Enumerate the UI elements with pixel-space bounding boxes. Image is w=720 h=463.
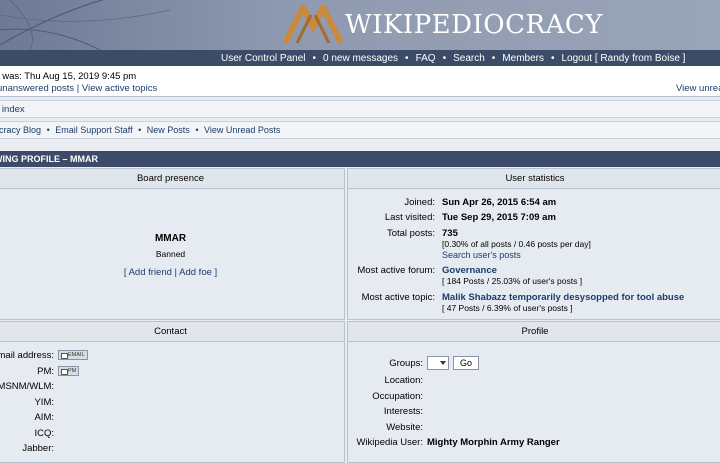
interests-label: Interests: bbox=[383, 406, 423, 417]
aim-label: AIM: bbox=[34, 412, 54, 423]
jabber-label: Jabber: bbox=[22, 443, 54, 454]
new-posts-link[interactable]: New Posts bbox=[147, 125, 190, 135]
nav-new-messages[interactable]: 0 new messages bbox=[323, 53, 398, 64]
blog-link[interactable]: ediocracy Blog bbox=[0, 125, 41, 135]
logo-mark-icon bbox=[283, 5, 343, 45]
icq-label: ICQ: bbox=[34, 428, 54, 439]
nav-separator: • bbox=[550, 52, 555, 64]
email-support-link[interactable]: Email Support Staff bbox=[55, 125, 132, 135]
bracket: ] bbox=[214, 267, 218, 278]
breadcrumb: d index bbox=[0, 100, 720, 118]
last-visited-label: Last visited: bbox=[384, 212, 435, 223]
view-unread-link[interactable]: View unrea bbox=[676, 83, 720, 94]
email-label: mail address: bbox=[0, 350, 54, 361]
active-topic-label: Most active topic: bbox=[361, 292, 435, 303]
nav-user-control-panel[interactable]: User Control Panel bbox=[221, 53, 305, 64]
active-forum-link[interactable]: Governance bbox=[442, 265, 497, 276]
active-forum-detail: [ 184 Posts / 25.03% of user's posts ] bbox=[442, 276, 583, 286]
yim-label: YIM: bbox=[34, 397, 54, 408]
site-logo[interactable]: WIKIPEDIOCRACY bbox=[283, 2, 603, 48]
nav-search[interactable]: Search bbox=[453, 53, 485, 64]
visit-info: isit was: Thu Aug 15, 2019 9:45 pm unans… bbox=[0, 66, 720, 97]
nav-separator: • bbox=[405, 52, 409, 64]
location-label: Location: bbox=[384, 375, 423, 386]
last-visit-text: isit was: Thu Aug 15, 2019 9:45 pm bbox=[0, 71, 137, 82]
pm-button[interactable]: PM bbox=[58, 366, 80, 376]
user-statistics-panel: User statistics Joined: Sun Apr 26, 2015… bbox=[347, 168, 720, 320]
nav-separator: • bbox=[312, 52, 316, 64]
link-dot: • bbox=[138, 125, 142, 135]
bracket: [ bbox=[123, 267, 127, 278]
search-user-posts-link[interactable]: Search user's posts bbox=[442, 250, 521, 260]
email-button[interactable]: EMAIL bbox=[58, 350, 88, 360]
joined-value: Sun Apr 26, 2015 6:54 am bbox=[442, 197, 557, 208]
page-title: WING PROFILE – MMAR bbox=[0, 151, 720, 167]
view-active-topics-link[interactable]: View active topics bbox=[82, 83, 157, 94]
profile-heading: Profile bbox=[348, 322, 720, 342]
total-posts-label: Total posts: bbox=[386, 228, 435, 239]
header-decoration bbox=[0, 0, 171, 50]
contact-panel: Contact mail address: EMAIL PM: PM MSNM/… bbox=[0, 321, 345, 463]
view-unread-posts-link[interactable]: View Unread Posts bbox=[204, 125, 280, 135]
unanswered-posts-link[interactable]: unanswered posts bbox=[0, 83, 74, 94]
board-presence-heading: Board presence bbox=[0, 169, 344, 189]
total-posts-detail: [0.30% of all posts / 0.46 posts per day… bbox=[442, 239, 591, 249]
nav-faq[interactable]: FAQ bbox=[416, 53, 436, 64]
user-statistics-heading: User statistics bbox=[348, 169, 720, 189]
add-foe-link[interactable]: Add foe bbox=[179, 267, 212, 278]
link-dot: • bbox=[195, 125, 199, 135]
active-topic-link[interactable]: Malik Shabazz temporarily desysopped for… bbox=[442, 292, 684, 303]
total-posts-value: 735 bbox=[442, 228, 458, 239]
top-navbar: User Control Panel • 0 new messages • FA… bbox=[0, 50, 720, 66]
board-presence-panel: Board presence MMAR Banned [ Add friend … bbox=[0, 168, 345, 320]
quick-links: unanswered posts | View active topics bbox=[0, 83, 157, 94]
occupation-label: Occupation: bbox=[372, 391, 423, 402]
link-dot: • bbox=[46, 125, 50, 135]
pm-label: PM: bbox=[37, 366, 54, 377]
wikipedia-user-label: Wikipedia User: bbox=[356, 437, 423, 448]
active-forum-label: Most active forum: bbox=[357, 265, 435, 276]
groups-go-button[interactable]: Go bbox=[453, 356, 480, 370]
wikipedia-user-value: Mighty Morphin Army Ranger bbox=[427, 437, 560, 448]
friend-foe-links: [ Add friend | Add foe ] bbox=[0, 267, 344, 278]
page-title-text: WING PROFILE – MMAR bbox=[0, 154, 98, 164]
contact-heading: Contact bbox=[0, 322, 344, 342]
nav-separator: • bbox=[442, 52, 447, 64]
add-friend-link[interactable]: Add friend bbox=[129, 267, 172, 278]
profile-rank: Banned bbox=[155, 249, 186, 259]
joined-label: Joined: bbox=[404, 197, 435, 208]
active-topic-detail: [ 47 Posts / 6.39% of user's posts ] bbox=[442, 303, 573, 313]
board-index-link[interactable]: d index bbox=[0, 104, 25, 115]
link-separator: | bbox=[76, 83, 80, 94]
website-label: Website: bbox=[386, 422, 423, 433]
profile-panel: Profile Groups: Go Location: Occupation:… bbox=[347, 321, 720, 463]
nav-members[interactable]: Members bbox=[502, 53, 544, 64]
profile-username: MMAR bbox=[154, 233, 187, 244]
groups-label: Groups: bbox=[389, 358, 423, 369]
nav-separator: • bbox=[491, 52, 496, 64]
last-visited-value: Tue Sep 29, 2015 7:09 am bbox=[442, 212, 556, 223]
link-separator: | bbox=[174, 267, 178, 278]
custom-linkbar: ediocracy Blog • Email Support Staff • N… bbox=[0, 121, 720, 139]
logo-text: WIKIPEDIOCRACY bbox=[345, 10, 603, 40]
groups-select[interactable] bbox=[427, 356, 449, 370]
msnm-label: MSNM/WLM: bbox=[0, 381, 54, 392]
nav-logout[interactable]: Logout [ Randy from Boise ] bbox=[562, 53, 686, 64]
site-header: WIKIPEDIOCRACY bbox=[0, 0, 720, 50]
